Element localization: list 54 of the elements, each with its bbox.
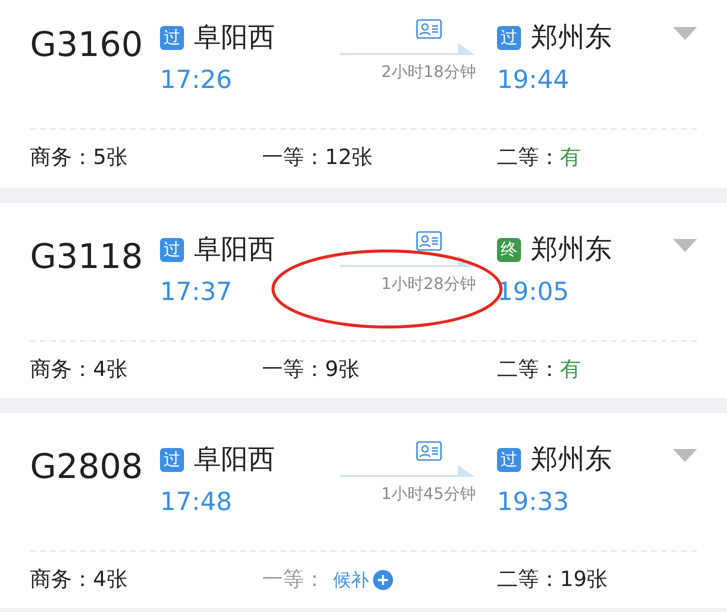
seat-count: 9张 [325,356,360,384]
seat-class-label: 商务： [30,356,93,384]
train-number: G3160 [30,25,143,65]
availability-text: 有 [560,144,581,172]
station-name: 郑州东 [531,443,612,477]
station-name: 阜阳西 [194,233,275,267]
seat-count: 4张 [93,566,128,594]
train-number: G2808 [30,447,143,487]
dropdown-icon[interactable] [673,239,697,252]
plus-icon [373,570,393,590]
station-name: 郑州东 [531,233,612,267]
seat-count: 5张 [93,144,128,172]
time-text: 19:05 [497,276,570,308]
seat-class-label: 商务： [30,566,93,594]
arrow-icon [340,41,475,57]
dropdown-icon[interactable] [673,449,697,462]
seat-class-label: 一等： [262,356,325,384]
seat-count: 12张 [325,144,373,172]
station-badge: 过 [160,448,184,472]
station-name: 阜阳西 [194,21,275,55]
dropdown-icon[interactable] [673,27,697,40]
time-text: 19:33 [497,486,570,518]
availability-text: 有 [560,356,581,384]
id-card-icon [416,19,442,39]
id-card-icon [416,231,442,251]
train-card[interactable]: G3118 过 阜阳西 17:37 1小时28分钟 终 郑州东 19:05 商务：4张 一等：9张 二等：有 [0,203,727,398]
station-badge: 过 [160,26,184,50]
arrow-icon [340,253,475,269]
seat-class-label: 二等： [497,566,560,594]
train-card[interactable]: G3160 过 阜阳西 17:26 2小时18分钟 过 郑州东 19:44 商务：5张 一等：12张 二等：有 [0,0,727,188]
seat-class-label: 一等： [262,144,325,172]
station-badge: 过 [497,26,521,50]
seat-count: 19张 [560,566,608,594]
arrow-icon [340,463,475,479]
duration-text: 1小时28分钟 [381,273,476,295]
station-badge: 过 [160,238,184,262]
duration-text: 2小时18分钟 [381,61,476,83]
seat-class-label: 商务： [30,144,93,172]
time-text: 17:26 [160,64,232,96]
station-badge: 终 [497,238,521,262]
time-text: 17:48 [160,486,232,518]
time-text: 19:44 [497,64,570,96]
seat-class-label: 二等： [497,356,560,384]
id-card-icon [416,441,442,461]
station-name: 郑州东 [531,21,612,55]
station-badge: 过 [497,448,521,472]
train-number: G3118 [30,237,143,277]
time-text: 17:37 [160,276,232,308]
seat-count: 4张 [93,356,128,384]
station-name: 阜阳西 [194,443,275,477]
duration-text: 1小时45分钟 [381,483,476,505]
seat-class-label: 一等： [262,566,325,594]
seat-class-label: 二等： [497,144,560,172]
train-card[interactable]: G2808 过 阜阳西 17:48 1小时45分钟 过 郑州东 19:33 商务：4张 一等： 候补 二等：19张 [0,413,727,608]
